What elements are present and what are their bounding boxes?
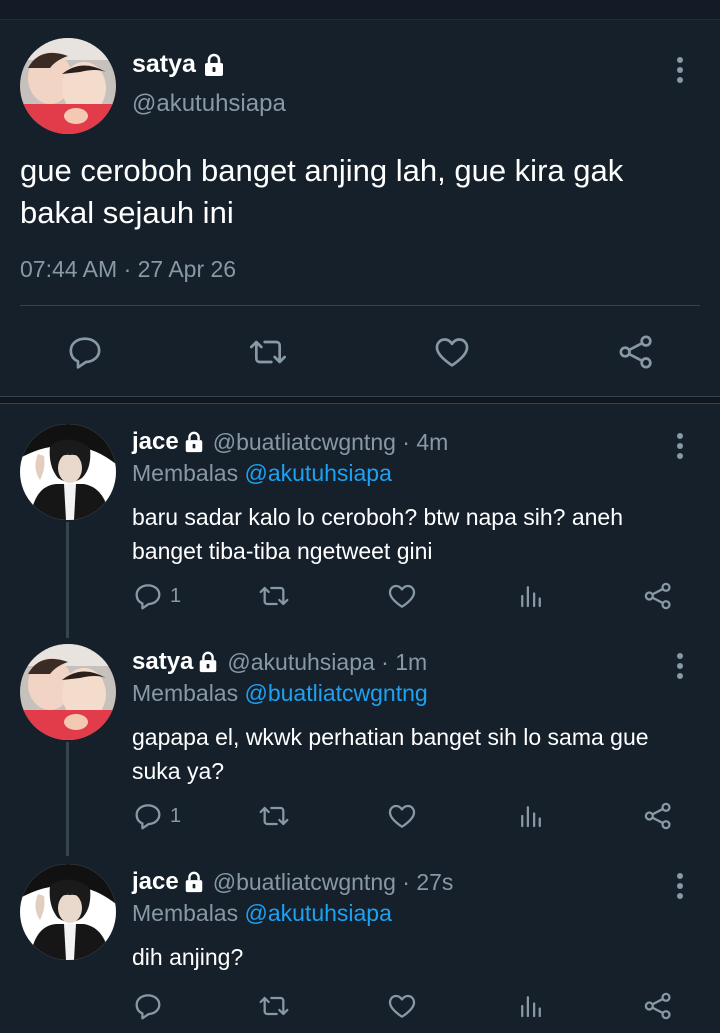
share-icon[interactable] — [642, 986, 674, 1026]
analytics-icon[interactable] — [516, 576, 546, 616]
more-vertical-icon[interactable] — [670, 432, 690, 460]
tweet-timestamp: 07:44 AM · 27 Apr 26 — [20, 256, 237, 282]
analytics-icon[interactable] — [516, 986, 546, 1026]
avatar[interactable] — [20, 644, 116, 740]
author-name[interactable]: satya — [132, 50, 226, 79]
reply-header: jace @buatliatcwgntng · 27s — [132, 868, 453, 896]
analytics-icon[interactable] — [516, 796, 546, 836]
reply-icon — [132, 800, 164, 832]
reply-actions: 1 — [132, 796, 692, 836]
share-icon[interactable] — [642, 796, 674, 836]
more-vertical-icon[interactable] — [670, 56, 690, 84]
heart-icon[interactable] — [386, 796, 418, 836]
author-handle[interactable]: @buatliatcwgntng · 4m — [213, 429, 449, 456]
mention-link[interactable]: @akutuhsiapa — [245, 900, 392, 926]
mention-link[interactable]: @buatliatcwgntng — [245, 680, 428, 706]
reply-text: dih anjing? — [132, 944, 244, 970]
reply-header: jace @buatliatcwgntng · 4m — [132, 428, 448, 456]
reply-icon — [132, 990, 164, 1022]
reply-button[interactable]: 1 — [132, 576, 181, 616]
reply-button[interactable]: 1 — [132, 796, 181, 836]
lock-icon — [197, 651, 219, 673]
share-icon[interactable] — [642, 576, 674, 616]
reply-text: baru sadar kalo lo ceroboh? btw napa sih… — [132, 504, 624, 564]
retweet-icon[interactable] — [256, 986, 292, 1026]
top-edge — [0, 0, 720, 20]
divider — [20, 305, 700, 306]
share-icon[interactable] — [614, 330, 658, 374]
avatar[interactable] — [20, 38, 116, 134]
reply-icon[interactable] — [63, 330, 107, 374]
mention-link[interactable]: @akutuhsiapa — [245, 460, 392, 486]
replying-to: Membalas @akutuhsiapa — [132, 460, 392, 487]
tweet-actions — [0, 330, 720, 374]
section-divider — [0, 396, 720, 404]
author-handle[interactable]: @buatliatcwgntng · 27s — [213, 869, 454, 896]
reply-actions — [132, 986, 692, 1026]
reply-text: gapapa el, wkwk perhatian banget sih lo … — [132, 724, 649, 784]
retweet-icon[interactable] — [246, 330, 290, 374]
avatar[interactable] — [20, 424, 116, 520]
avatar[interactable] — [20, 864, 116, 960]
author-name[interactable]: jace — [132, 428, 179, 456]
author-handle[interactable]: @akutuhsiapa — [132, 90, 286, 118]
lock-icon — [183, 431, 205, 453]
lock-icon — [202, 53, 226, 77]
retweet-icon[interactable] — [256, 796, 292, 836]
more-vertical-icon[interactable] — [670, 652, 690, 680]
replying-prefix: Membalas — [132, 900, 239, 926]
retweet-icon[interactable] — [256, 576, 292, 616]
replying-to: Membalas @buatliatcwgntng — [132, 680, 428, 707]
replying-prefix: Membalas — [132, 460, 239, 486]
heart-icon[interactable] — [386, 986, 418, 1026]
reply-tweet[interactable]: jace @buatliatcwgntng · 27s Membalas @ak… — [0, 864, 720, 1033]
tweet-text: gue ceroboh banget anjing lah, gue kira … — [20, 153, 624, 230]
reply-tweet[interactable]: satya @akutuhsiapa · 1m Membalas @buatli… — [0, 644, 720, 844]
reply-header: satya @akutuhsiapa · 1m — [132, 648, 427, 676]
heart-icon[interactable] — [430, 330, 474, 374]
reply-tweet[interactable]: jace @buatliatcwgntng · 4m Membalas @aku… — [0, 424, 720, 624]
author-name[interactable]: jace — [132, 868, 179, 896]
reply-button[interactable] — [132, 986, 170, 1026]
lock-icon — [183, 871, 205, 893]
author-name[interactable]: satya — [132, 648, 193, 676]
reply-actions: 1 — [132, 576, 692, 616]
author-name-text: satya — [132, 50, 196, 78]
reply-icon — [132, 580, 164, 612]
more-vertical-icon[interactable] — [670, 872, 690, 900]
author-handle[interactable]: @akutuhsiapa · 1m — [227, 649, 427, 676]
heart-icon[interactable] — [386, 576, 418, 616]
reply-count: 1 — [170, 584, 182, 607]
replying-to: Membalas @akutuhsiapa — [132, 900, 392, 927]
reply-count: 1 — [170, 804, 182, 827]
replying-prefix: Membalas — [132, 680, 239, 706]
